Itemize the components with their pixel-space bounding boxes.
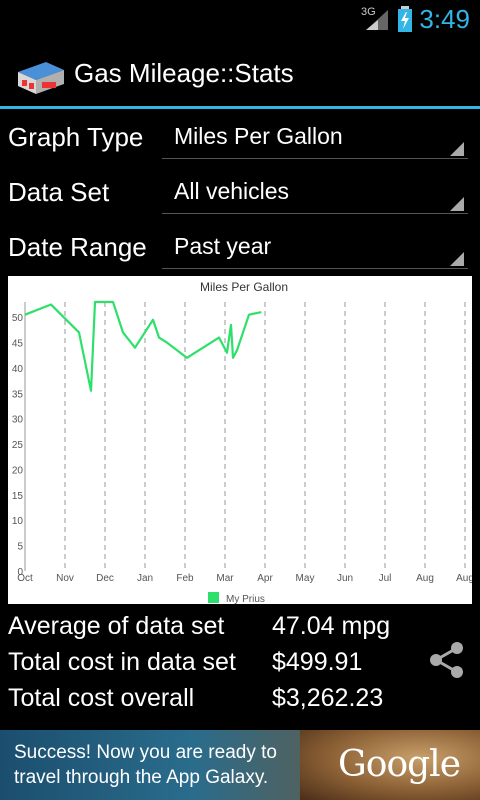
average-value: 47.04 mpg: [272, 612, 391, 640]
chart-y-tick-label: 30: [12, 415, 24, 426]
data-set-value: All vehicles: [174, 178, 290, 204]
graph-type-spinner[interactable]: Miles Per Gallon: [162, 115, 468, 159]
chart-data-point: [166, 342, 168, 344]
chart-data-point: [112, 301, 114, 303]
chart-y-tick-label: 15: [12, 491, 24, 502]
chart-x-tick-label: Jan: [137, 573, 153, 584]
chart-x-tick-label: Nov: [56, 573, 74, 584]
chart-data-point: [232, 357, 234, 359]
chart-y-tick-label: 45: [12, 339, 24, 350]
chart-data-point: [122, 331, 124, 334]
ad-banner[interactable]: Success! Now you are ready to travel thr…: [0, 730, 480, 800]
chart-x-tick-label: Dec: [96, 573, 114, 584]
status-clock: 3:49: [419, 4, 470, 34]
chart-data-point: [134, 347, 136, 349]
chart-x-tick-label: Aug: [456, 573, 472, 584]
action-bar-divider: [0, 106, 480, 109]
chart-y-tick-label: 20: [12, 465, 24, 476]
total-cost-set-value: $499.91: [272, 648, 363, 676]
chart-x-tick-label: Mar: [216, 573, 234, 584]
spinner-arrow-icon: [450, 252, 464, 266]
chart-data-point: [226, 352, 228, 354]
chart-data-point: [186, 357, 188, 359]
chart-data-point: [260, 311, 262, 313]
chart-data-point: [90, 390, 92, 392]
chart-data-point: [218, 336, 220, 339]
spinner-arrow-icon: [450, 142, 464, 156]
chart-y-tick-label: 50: [12, 313, 24, 324]
chart-data-point: [152, 319, 154, 321]
app-title: Gas Mileage::Stats: [74, 58, 294, 88]
graph-type-value: Miles Per Gallon: [174, 123, 343, 149]
graph-type-label: Graph Type: [8, 122, 144, 152]
data-set-label: Data Set: [8, 177, 110, 207]
chart-legend-label: My Prius: [226, 594, 265, 604]
app-gas-station-icon[interactable]: [16, 58, 66, 98]
chart-y-tick-label: 25: [12, 440, 24, 451]
chart-data-point: [236, 349, 238, 351]
network-type: 3G: [361, 6, 376, 18]
total-cost-overall-value: $3,262.23: [272, 684, 384, 712]
total-cost-overall-label: Total cost overall: [8, 684, 195, 712]
chart-x-tick-label: Feb: [176, 573, 194, 584]
status-bar: 3G 3:49: [0, 0, 480, 38]
mpg-chart-svg: Miles Per Gallon05101520253035404550Oct N…: [12, 280, 472, 604]
ad-brand: Google: [338, 744, 461, 785]
chart-x-tick-label: Jun: [337, 573, 353, 584]
date-range-value: Past year: [174, 233, 272, 259]
chart-data-point: [24, 314, 26, 316]
chart-x-tick-label: May: [296, 573, 315, 584]
ad-text: Success! Now you are ready to travel thr…: [14, 742, 277, 788]
mpg-chart[interactable]: Miles Per Gallon 0 5 10 15 20 25 30 35 40 45 50 Oct N…: [8, 276, 472, 604]
chart-data-point: [230, 324, 232, 326]
chart-y-tick-label: 40: [12, 364, 24, 375]
share-icon[interactable]: [428, 640, 466, 680]
chart-data-point: [78, 331, 80, 334]
chart-y-tick-label: 35: [12, 389, 24, 400]
chart-series-line: [24, 300, 262, 392]
chart-x-tick-label: Oct: [17, 573, 33, 584]
spinner-underline: [162, 268, 468, 269]
chart-y-tick-label: 10: [12, 516, 24, 527]
spinner-arrow-icon: [450, 197, 464, 211]
chart-x-tick-label: Apr: [257, 573, 273, 584]
spinner-underline: [162, 213, 468, 214]
chart-x-tick-label: Aug: [416, 573, 434, 584]
total-cost-set-label: Total cost in data set: [8, 648, 236, 676]
chart-y-tick-label: 5: [17, 542, 23, 553]
data-set-spinner[interactable]: All vehicles: [162, 170, 468, 214]
spinner-underline: [162, 158, 468, 159]
date-range-label: Date Range: [8, 232, 147, 262]
average-label: Average of data set: [8, 612, 225, 640]
battery-icon: [398, 6, 412, 32]
chart-data-point: [50, 303, 52, 306]
chart-legend-swatch: [208, 592, 219, 603]
chart-x-tick-label: Jul: [379, 573, 392, 584]
chart-title: Miles Per Gallon: [200, 280, 288, 294]
date-range-spinner[interactable]: Past year: [162, 225, 468, 269]
chart-data-point: [158, 336, 160, 339]
chart-data-point: [94, 301, 96, 303]
chart-data-point: [248, 314, 250, 316]
